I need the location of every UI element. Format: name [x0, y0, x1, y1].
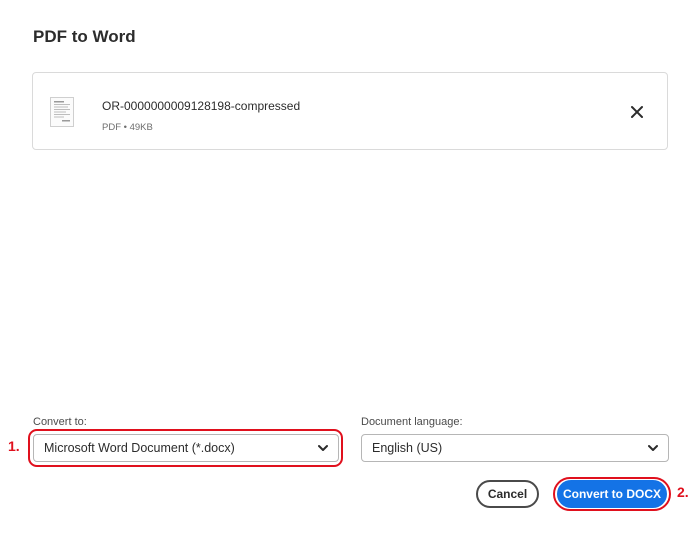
- file-card: OR-0000000009128198-compressed PDF • 49K…: [32, 72, 668, 150]
- annotation-step-1-label: 1.: [8, 438, 20, 454]
- convert-to-select[interactable]: Microsoft Word Document (*.docx): [33, 434, 339, 462]
- cancel-button[interactable]: Cancel: [476, 480, 539, 508]
- annotation-step-2-label: 2.: [677, 484, 689, 500]
- chevron-down-icon: [648, 445, 658, 451]
- document-language-label: Document language:: [361, 416, 463, 428]
- convert-to-value: Microsoft Word Document (*.docx): [44, 441, 235, 455]
- close-icon: [631, 106, 643, 118]
- convert-to-docx-button[interactable]: Convert to DOCX: [557, 480, 667, 508]
- pdf-document-thumbnail-icon: [50, 97, 74, 127]
- remove-file-button[interactable]: [627, 102, 647, 122]
- dialog-title: PDF to Word: [33, 27, 136, 46]
- file-meta: PDF • 49KB: [102, 122, 153, 133]
- convert-to-label: Convert to:: [33, 416, 87, 428]
- pdf-to-word-dialog: PDF to Word OR-0000000009128198-compress…: [0, 0, 700, 535]
- document-language-select[interactable]: English (US): [361, 434, 669, 462]
- document-language-value: English (US): [372, 441, 443, 455]
- file-name: OR-0000000009128198-compressed: [102, 99, 301, 113]
- chevron-down-icon: [318, 445, 328, 451]
